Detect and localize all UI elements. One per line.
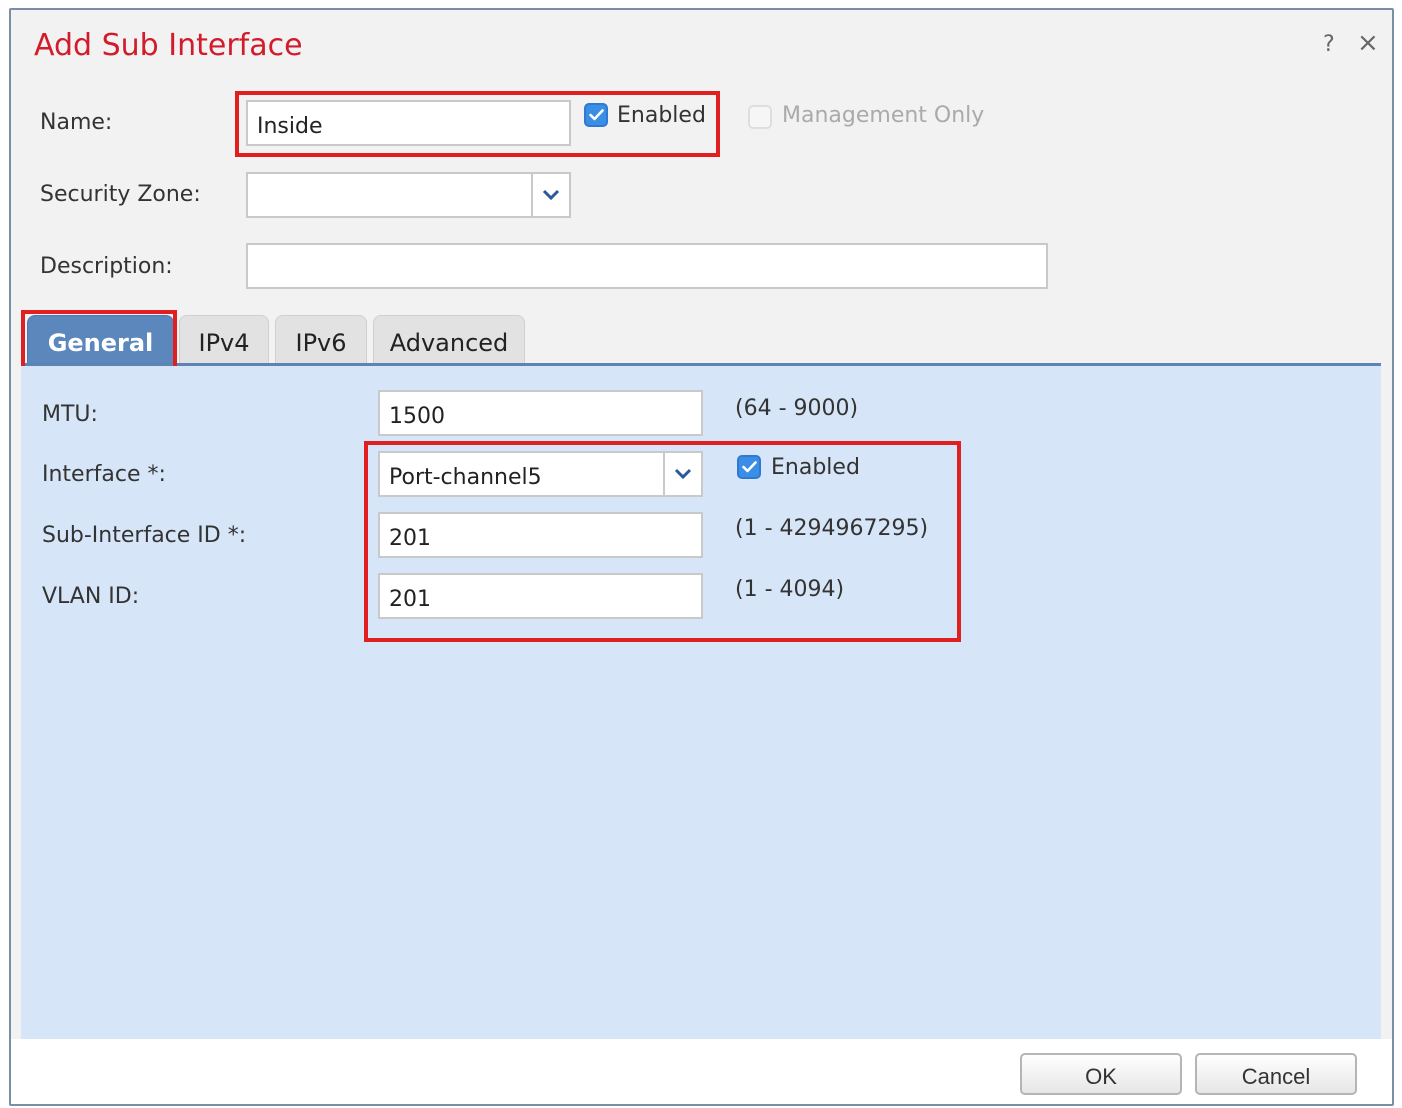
chevron-down-icon[interactable] [663, 453, 701, 495]
vlan-id-input[interactable]: 201 [378, 573, 703, 619]
enabled-label: Enabled [617, 103, 706, 128]
interface-enabled-label: Enabled [771, 455, 860, 480]
subinterface-id-input[interactable]: 201 [378, 512, 703, 558]
tab-ipv6[interactable]: IPv6 [275, 315, 367, 365]
enabled-checkbox[interactable] [584, 103, 608, 127]
help-icon[interactable]: ? [1323, 32, 1335, 57]
name-label: Name: [40, 110, 113, 135]
description-label: Description: [40, 254, 173, 279]
interface-select[interactable]: Port-channel5 [378, 451, 703, 497]
dialog-title: Add Sub Interface [34, 28, 303, 63]
subinterface-id-range: (1 - 4294967295) [735, 516, 929, 541]
dialog-titlebar: Add Sub Interface ? × [11, 10, 1392, 82]
tab-general[interactable]: General [27, 315, 174, 365]
security-zone-select[interactable] [246, 172, 571, 218]
chevron-down-icon[interactable] [531, 174, 569, 216]
mtu-label: MTU: [42, 402, 98, 427]
tab-advanced[interactable]: Advanced [373, 315, 525, 365]
dialog-footer: OK Cancel [11, 1039, 1392, 1104]
management-only-checkbox[interactable] [748, 105, 772, 129]
cancel-button[interactable]: Cancel [1195, 1053, 1357, 1095]
interface-enabled-checkbox[interactable] [737, 455, 761, 479]
name-input[interactable]: Inside [246, 100, 571, 146]
ok-button[interactable]: OK [1020, 1053, 1182, 1095]
interface-value: Port-channel5 [389, 465, 542, 490]
management-only-label: Management Only [782, 103, 985, 128]
general-panel: MTU: 1500 (64 - 9000) Interface *: Port-… [21, 366, 1381, 1039]
security-zone-label: Security Zone: [40, 182, 201, 207]
checkmark-icon [742, 461, 757, 473]
close-icon[interactable]: × [1357, 28, 1379, 58]
mtu-range: (64 - 9000) [735, 396, 859, 421]
interface-label: Interface *: [42, 462, 166, 487]
mtu-input[interactable]: 1500 [378, 390, 703, 436]
description-input[interactable] [246, 243, 1048, 289]
checkmark-icon [589, 109, 604, 121]
tab-ipv4[interactable]: IPv4 [179, 315, 269, 365]
vlan-id-range: (1 - 4094) [735, 577, 845, 602]
vlan-id-label: VLAN ID: [42, 584, 140, 609]
add-sub-interface-dialog: Add Sub Interface ? × Name: Inside Enabl… [9, 8, 1394, 1106]
subinterface-id-label: Sub-Interface ID *: [42, 523, 247, 548]
